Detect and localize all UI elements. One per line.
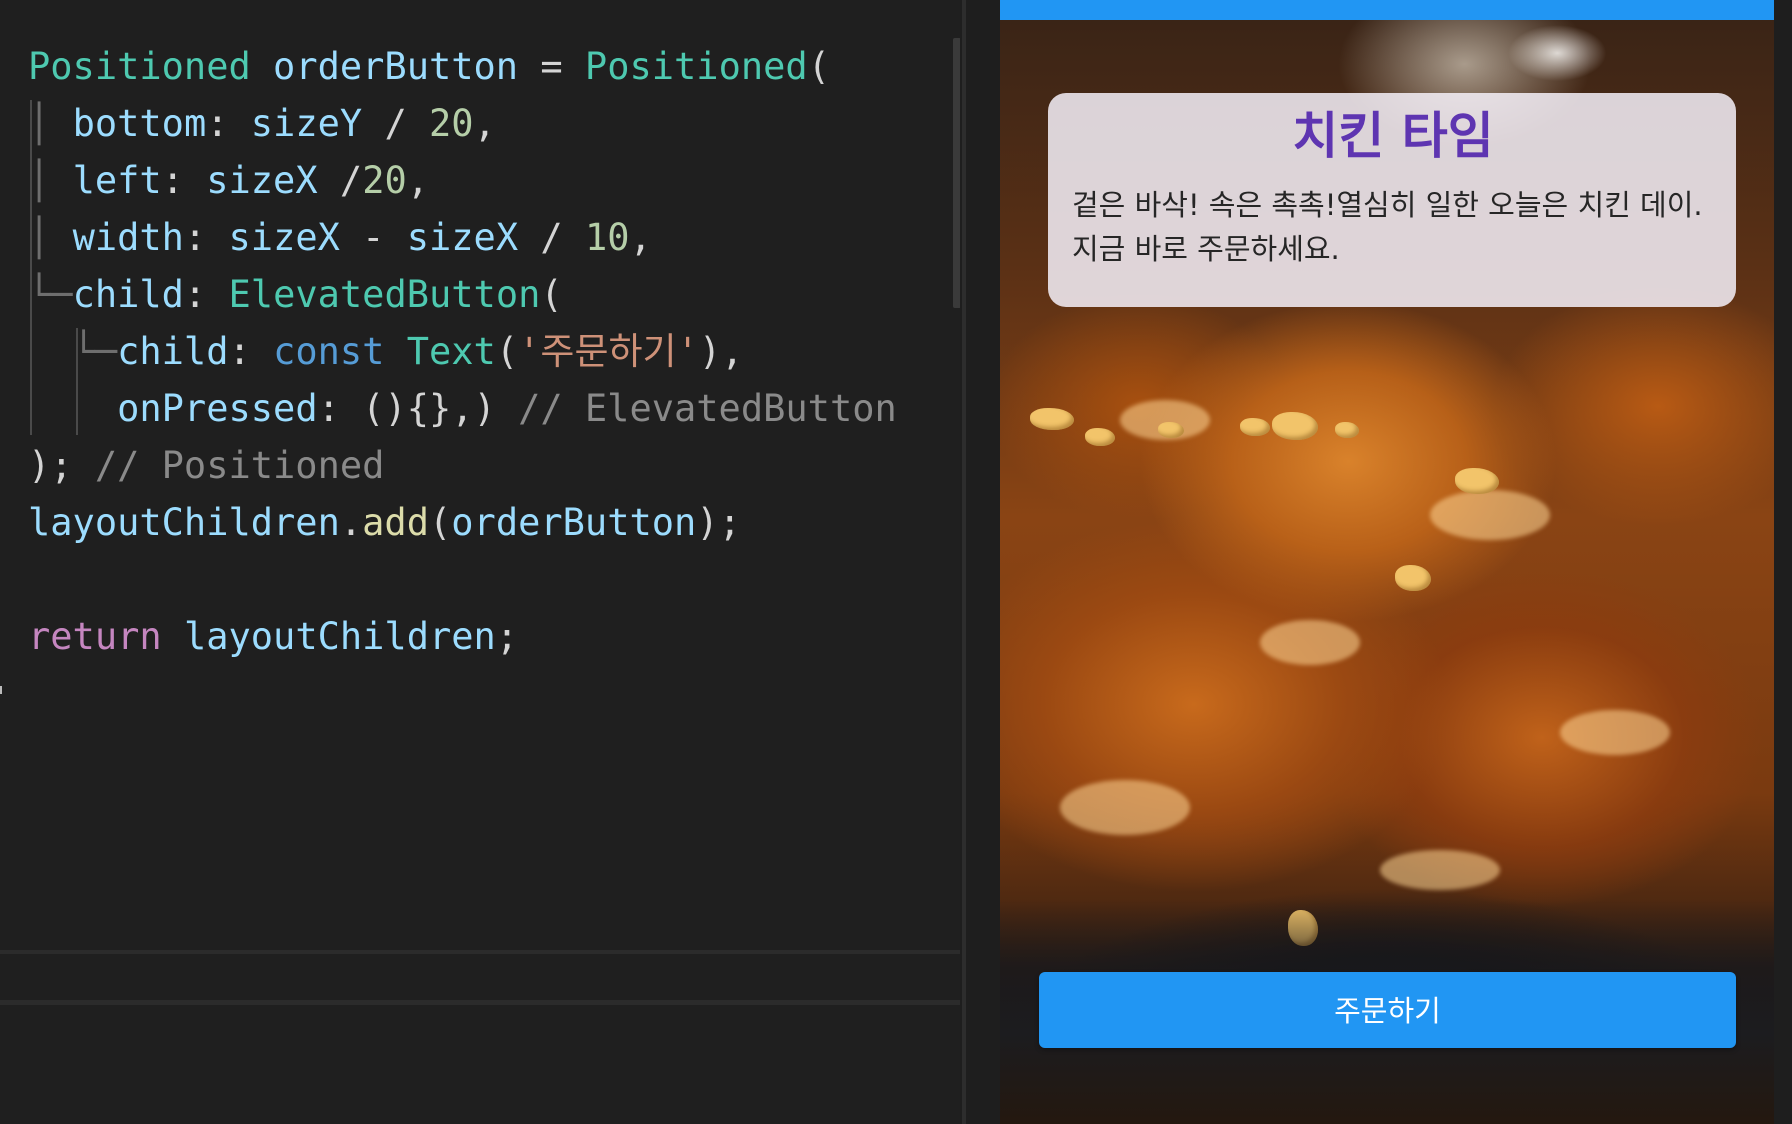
order-button[interactable]: 주문하기 (1039, 972, 1736, 1048)
code-token: │ (28, 159, 73, 202)
peanut-topping (1158, 422, 1184, 438)
card-description: 겉은 바삭! 속은 촉촉!열심히 일한 오늘은 치킨 데이. 지금 바로 주문하… (1072, 188, 1703, 266)
peanut-topping (1395, 565, 1431, 591)
code-token: 10 (584, 216, 630, 259)
code-token: 20 (362, 159, 407, 202)
code-token: , (473, 102, 496, 145)
code-token: - (339, 216, 407, 259)
code-token: ( (495, 330, 519, 373)
peanut-topping (1030, 408, 1074, 430)
code-token: . (339, 501, 363, 544)
peanut-topping (1272, 412, 1318, 440)
code-token: └─ (28, 330, 118, 373)
code-token: sizeX (206, 159, 318, 202)
photo-highlight (1380, 850, 1500, 890)
code-token: width (72, 216, 184, 259)
code-token: sizeY (250, 102, 363, 145)
code-token: add (362, 501, 429, 544)
code-token: sizeX (228, 216, 340, 259)
code-line[interactable] (28, 551, 897, 608)
peanut-topping (1085, 428, 1115, 446)
code-token: // Positioned (94, 444, 385, 487)
code-token: : (228, 330, 274, 373)
code-line[interactable]: layoutChildren.add(orderButton); (28, 494, 897, 551)
code-token: ElevatedButton (228, 273, 541, 316)
app-bar (1000, 0, 1774, 20)
code-token: │ (28, 102, 73, 145)
code-line[interactable]: └─child: const Text('주문하기'), (28, 323, 897, 380)
code-token: ); (696, 501, 741, 544)
code-token: Positioned (28, 45, 251, 88)
code-token: child (117, 330, 229, 373)
code-token: child (72, 273, 184, 316)
code-token: ( (540, 273, 563, 316)
photo-highlight (1560, 710, 1670, 755)
screen: Positioned orderButton = Positioned(│ bo… (0, 0, 1792, 1124)
code-line[interactable]: └─child: ElevatedButton( (28, 266, 897, 323)
photo-highlight (1260, 620, 1360, 665)
panel-border (0, 1000, 960, 1005)
code-token: 20 (429, 102, 474, 145)
code-token: / (518, 216, 585, 259)
photo-highlight (1060, 780, 1190, 835)
text-cursor (0, 686, 2, 694)
code-token: / (317, 159, 363, 202)
code-token: layoutChildren (28, 501, 340, 544)
code-token: : (206, 102, 251, 145)
code-line[interactable]: return layoutChildren; (28, 608, 897, 665)
code-token: '주문하기' (518, 330, 699, 373)
code-token: │ (28, 216, 73, 259)
code-token: = (518, 45, 585, 88)
code-line[interactable]: │ bottom: sizeY / 20, (28, 95, 897, 152)
code-token: Text (406, 330, 496, 373)
code-token: , (629, 216, 652, 259)
code-token: layoutChildren (183, 615, 496, 658)
info-card: 치킨 타임 겉은 바삭! 속은 촉촉!열심히 일한 오늘은 치킨 데이. 지금 … (1048, 93, 1736, 307)
code-token: ; (495, 615, 519, 658)
code-token: : (161, 159, 207, 202)
code-line[interactable]: onPressed: (){},) // ElevatedButton (28, 380, 897, 437)
code-token: ( (428, 501, 452, 544)
code-token: , (406, 159, 430, 202)
code-token: └─ (28, 273, 73, 316)
code-token: orderButton (273, 45, 519, 88)
code-token: ); (28, 444, 95, 487)
code-line[interactable]: │ width: sizeX - sizeX / 10, (28, 209, 897, 266)
code-lines[interactable]: Positioned orderButton = Positioned(│ bo… (28, 38, 897, 665)
pane-divider[interactable] (962, 0, 966, 1124)
code-line[interactable]: Positioned orderButton = Positioned( (28, 38, 897, 95)
code-token: : (){},) (317, 387, 519, 430)
code-token: bottom (72, 102, 207, 145)
code-line[interactable]: ); // Positioned (28, 437, 897, 494)
peanut-topping (1335, 422, 1359, 438)
peanut-topping (1455, 468, 1499, 494)
photo-highlight (1430, 490, 1550, 540)
code-token: return (28, 615, 162, 658)
card-title: 치킨 타임 (1292, 107, 1494, 165)
peanut-topping (1240, 418, 1270, 436)
code-token: onPressed (117, 387, 318, 430)
app-preview: 치킨 타임 겉은 바삭! 속은 촉촉!열심히 일한 오늘은 치킨 데이. 지금 … (1000, 0, 1774, 1124)
editor-scrollbar[interactable] (953, 38, 960, 308)
panel-border (0, 950, 960, 954)
code-token: ( (807, 45, 830, 88)
code-token: const (273, 330, 385, 373)
code-token: : (183, 216, 229, 259)
code-token: / (362, 102, 429, 145)
code-token: ), (698, 330, 744, 373)
code-token: sizeX (406, 216, 519, 259)
code-token: // ElevatedButton (518, 387, 897, 430)
code-line[interactable]: │ left: sizeX /20, (28, 152, 897, 209)
code-editor[interactable]: Positioned orderButton = Positioned(│ bo… (0, 0, 960, 1124)
code-token: : (183, 273, 229, 316)
code-token: Positioned (584, 45, 808, 88)
code-token: orderButton (451, 501, 697, 544)
code-token: left (72, 159, 162, 202)
